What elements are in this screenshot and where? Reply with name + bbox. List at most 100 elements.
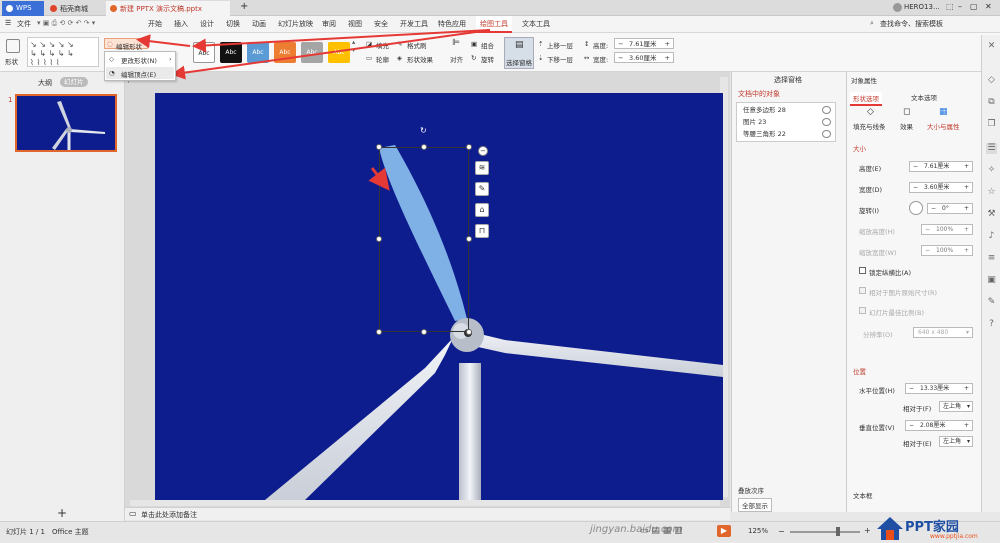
animation-icon[interactable]: ✧ [986,165,997,176]
resize-handle[interactable] [376,144,382,150]
close-icon[interactable]: ✕ [986,41,997,52]
plus-icon[interactable]: + [665,53,670,63]
menu-text-tools[interactable]: 文本工具 [522,19,550,29]
resize-handle[interactable] [421,329,427,335]
style-preset-4[interactable]: Abc [274,42,296,63]
notes-placeholder[interactable]: 单击此处添加备注 [141,510,197,520]
close-button[interactable]: ✕ [985,2,992,11]
skin-button[interactable]: ⬚ [946,2,954,11]
quick-access-icons[interactable]: ▾ ▣ ⎙ ⟲ ⟳ ↶ ↷ ▾ [37,19,95,28]
style-preset-1[interactable]: Abc [193,42,215,63]
minus-icon[interactable]: − [925,246,930,256]
copy-icon[interactable]: ❐ [986,119,997,130]
minus-icon[interactable]: − [913,162,918,172]
slide-canvas[interactable]: ↻ − ≋ ✎ ⌂ ⊓ [155,93,723,500]
menu-insert[interactable]: 插入 [174,19,188,29]
size-section-label[interactable]: 大小 [853,143,866,153]
menu-slideshow[interactable]: 幻灯片放映 [278,19,313,29]
rotation-dial-icon[interactable] [909,201,923,215]
crop-icon[interactable]: ⊓ [475,224,489,238]
notes-bar[interactable]: ▭ 单击此处添加备注 [125,507,730,520]
menu-drawing-tools[interactable]: 绘图工具 [476,16,512,33]
height-input[interactable]: −7.61厘米 + [614,38,674,49]
resize-handle[interactable] [376,236,382,242]
format-painter-button[interactable]: 格式刷 [407,40,427,50]
plus-icon[interactable]: + [665,39,670,49]
edit-shape-button[interactable]: 编辑形状 ◌ [104,38,148,51]
user-name[interactable]: HERO13... [904,3,940,11]
menu-security[interactable]: 安全 [374,19,388,29]
resize-handle[interactable] [376,329,382,335]
scale-width-input[interactable]: −100% + [921,245,973,256]
slide-thumbnail[interactable] [15,94,117,152]
plus-icon[interactable]: + [964,246,969,256]
plus-icon[interactable]: + [964,384,969,394]
height-input[interactable]: −7.61厘米 + [909,161,973,172]
style-preset-3[interactable]: Abc [247,42,269,63]
collapse-icon[interactable]: − [478,146,488,156]
plus-icon[interactable]: + [964,183,969,193]
shape-label[interactable]: 形状 [5,56,18,66]
eye-icon[interactable] [822,130,831,138]
tab-document[interactable]: 新建 PPTX 演示文稿.pptx [106,1,230,16]
list-item[interactable]: 等腰三角形 22 [743,129,833,140]
new-tab-button[interactable]: + [240,1,248,12]
menu-animation[interactable]: 动画 [252,19,266,29]
shape-icon[interactable]: ◇ [986,75,997,86]
menu-file[interactable]: 文件 [17,19,31,29]
width-input[interactable]: −3.60厘米 + [909,182,973,193]
edit-icon[interactable]: ✎ [986,297,997,308]
subtab-fill-line[interactable]: 填充与线条 [853,121,886,131]
menu-start[interactable]: 开始 [148,19,162,29]
gallery-scroll-icon[interactable]: ▴ ▾ [352,38,355,54]
rotate-handle-icon[interactable]: ↻ [420,127,428,135]
best-scale-checkbox[interactable] [859,307,866,314]
image-icon[interactable]: ▣ [986,275,997,286]
shape-fill-icon[interactable]: ⌂ [475,203,489,217]
width-input[interactable]: −3.60厘米 + [614,52,674,63]
help-icon[interactable]: ? [986,319,997,330]
textbox-section-label[interactable]: 文本框 [853,490,873,500]
list-icon[interactable]: ≡ [986,253,997,264]
tab-text-options[interactable]: 文本选项 [911,92,937,102]
vpos-input[interactable]: −2.08厘米 + [905,420,973,431]
tab-store[interactable]: 稻壳商城 [46,1,104,16]
bring-forward-button[interactable]: 上移一层 [547,40,573,50]
tab-outline[interactable]: 大纲 [38,78,52,88]
command-search[interactable]: 查找命令、搜索模板 [880,19,943,29]
eye-icon[interactable] [822,106,831,114]
resolution-select[interactable]: 640 x 480 ▾ [913,327,973,338]
zoom-slider[interactable] [790,531,860,533]
tab-wps[interactable]: WPS [2,1,44,16]
menu-design[interactable]: 设计 [200,19,214,29]
outline-button[interactable]: 轮廓 [376,54,389,64]
menu-transition[interactable]: 切换 [226,19,240,29]
plus-icon[interactable]: + [964,204,969,214]
eye-icon[interactable] [822,118,831,126]
group-button[interactable]: 组合 [481,40,494,50]
shape-gallery-icon[interactable] [6,39,20,53]
minus-icon[interactable]: − [925,225,930,235]
zoom-out-icon[interactable]: − [778,527,785,536]
plus-icon[interactable]: + [964,225,969,235]
resize-handle[interactable] [466,236,472,242]
tab-slides[interactable]: 幻灯片 [60,77,88,87]
layer-icon[interactable]: ≋ [475,161,489,175]
menu-features[interactable]: 特色应用 [438,19,466,29]
zoom-level[interactable]: 125% [748,527,768,535]
pen-icon[interactable]: ✎ [475,182,489,196]
scale-height-input[interactable]: −100% + [921,224,973,235]
zoom-slider-thumb[interactable] [836,527,840,536]
fill-button[interactable]: 填充 [376,40,389,50]
avatar[interactable] [893,3,902,12]
style-preset-5[interactable]: Abc [301,42,323,63]
star-icon[interactable]: ☆ [986,187,997,198]
style-preset-2[interactable]: Abc [220,42,242,63]
relative-to-select[interactable]: 左上角 ▾ [939,401,973,412]
shape-effect-button[interactable]: 形状效果 [407,54,433,64]
show-all-button[interactable]: 全部显示 [738,498,772,512]
edit-vertex-item[interactable]: ◔ 编辑顶点(E) [106,67,174,79]
line-shapes-gallery[interactable]: ↘ ↘ ↘ ↘ ↘ ↳ ↳ ↳ ↳ ↳ ⌇ ⌇ ⌇ ⌇ ⌇ [27,37,99,67]
view-mode-icons[interactable]: ▭ ▤ ▦ ▥ [640,526,683,536]
position-section-label[interactable]: 位置 [853,366,866,376]
